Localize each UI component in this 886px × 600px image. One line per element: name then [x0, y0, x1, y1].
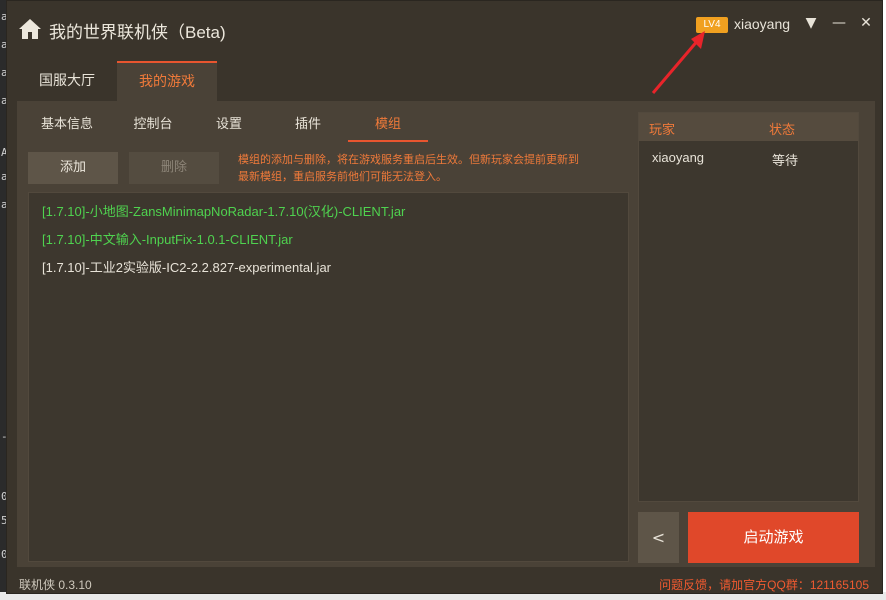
home-icon[interactable] — [18, 17, 42, 41]
app-title: 我的世界联机侠（Beta) — [49, 23, 226, 42]
tab-lobby[interactable]: 国服大厅 — [27, 61, 107, 101]
mods-notice: 模组的添加与删除，将在游戏服务重启后生效。但新玩家会提前更新到 最新模组，重启服… — [238, 151, 623, 185]
app-window: 我的世界联机侠（Beta) LV4 xiaoyang ▼ — ✕ 国服大厅 我的… — [6, 0, 883, 594]
column-player: 玩家 — [649, 123, 676, 138]
column-status: 状态 — [769, 123, 796, 138]
game-panel: 基本信息 控制台 设置 插件 模组 添加 删除 模组的添加与删除，将在游戏服务重… — [17, 101, 875, 567]
minimize-button[interactable]: — — [829, 13, 849, 33]
username[interactable]: xiaoyang — [734, 16, 790, 32]
app-version: 联机侠 0.3.10 — [19, 578, 92, 592]
players-panel: 玩家 状态 xiaoyang 等待 — [638, 112, 859, 502]
mods-notice-line: 最新模组，重启服务前他们可能无法登入。 — [238, 170, 447, 183]
players-header: 玩家 状态 — [639, 113, 858, 141]
tab-console[interactable]: 控制台 — [117, 114, 189, 142]
start-game-button[interactable]: 启动游戏 — [688, 512, 859, 563]
tab-basic-info[interactable]: 基本信息 — [29, 114, 105, 142]
mod-item[interactable]: [1.7.10]-小地图-ZansMinimapNoRadar-1.7.10(汉… — [42, 201, 405, 220]
mods-notice-line: 模组的添加与删除，将在游戏服务重启后生效。但新玩家会提前更新到 — [238, 153, 579, 166]
tab-my-games[interactable]: 我的游戏 — [117, 61, 217, 101]
feedback-link[interactable]: 问题反馈，请加官方QQ群：121165105 — [659, 576, 869, 593]
mod-item[interactable]: [1.7.10]-中文输入-InputFix-1.0.1-CLIENT.jar — [42, 229, 293, 248]
add-mod-button[interactable]: 添加 — [28, 152, 118, 184]
mod-list[interactable]: [1.7.10]-小地图-ZansMinimapNoRadar-1.7.10(汉… — [28, 192, 629, 562]
delete-mod-button[interactable]: 删除 — [129, 152, 219, 184]
player-name[interactable]: xiaoyang — [652, 150, 704, 165]
title-bar: 我的世界联机侠（Beta) LV4 xiaoyang ▼ — ✕ — [7, 1, 882, 57]
level-badge: LV4 — [696, 17, 728, 33]
tab-settings[interactable]: 设置 — [205, 114, 253, 142]
tab-plugins[interactable]: 插件 — [283, 114, 333, 142]
back-button[interactable]: < — [638, 512, 679, 563]
tab-mods[interactable]: 模组 — [348, 114, 428, 142]
player-status: 等待 — [772, 153, 799, 168]
close-button[interactable]: ✕ — [856, 13, 876, 33]
mod-item[interactable]: [1.7.10]-工业2实验版-IC2-2.2.827-experimental… — [42, 257, 331, 276]
dropdown-icon[interactable]: ▼ — [801, 13, 821, 33]
